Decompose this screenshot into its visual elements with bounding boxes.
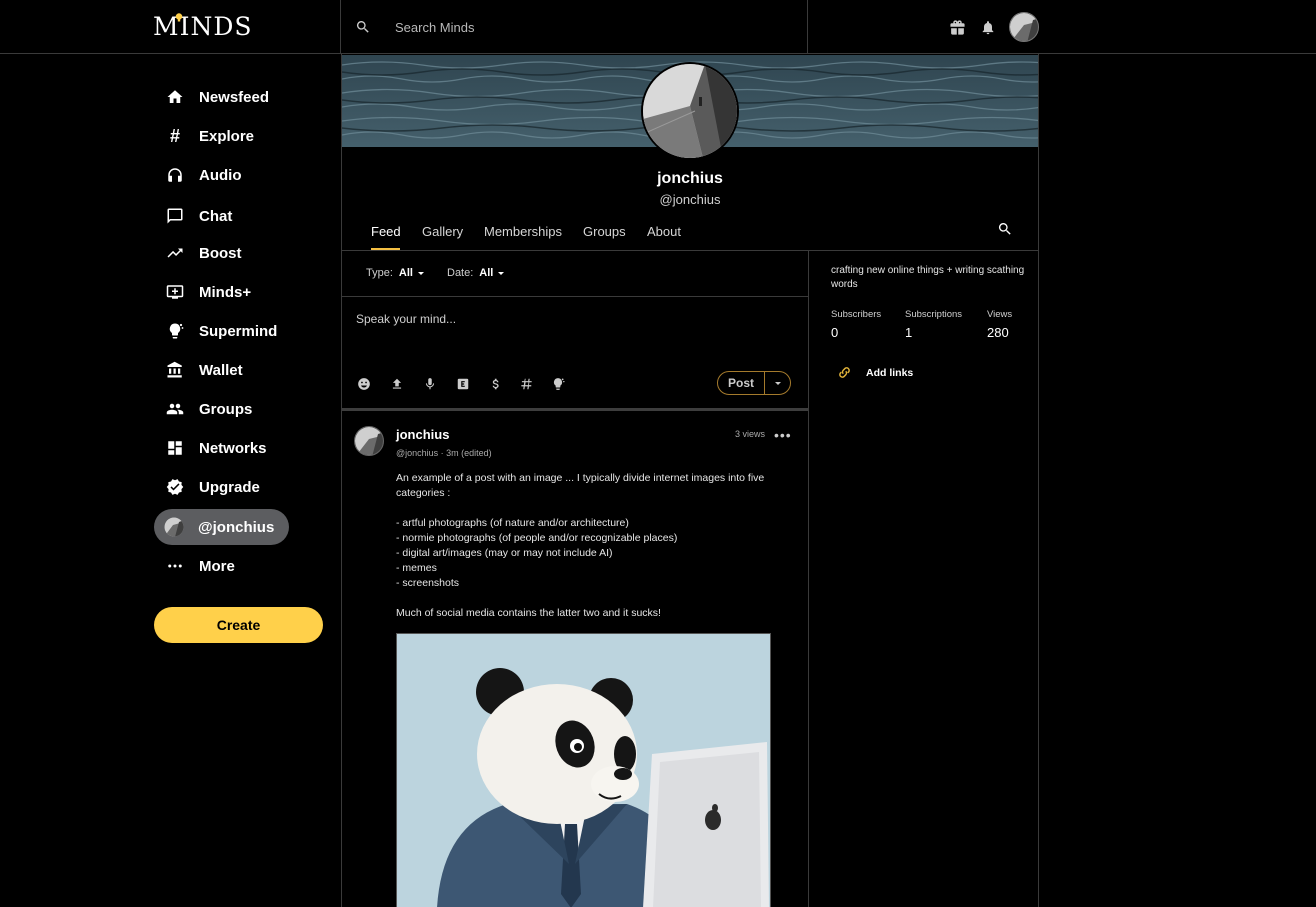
sidebar-item-minds-plus[interactable]: Minds+	[155, 274, 251, 310]
gift-icon[interactable]	[949, 19, 966, 36]
tab-groups[interactable]: Groups	[583, 224, 626, 239]
headphones-icon	[168, 168, 182, 182]
sidebar-item-label: Chat	[199, 207, 233, 225]
date-filter[interactable]: Date: All	[447, 267, 506, 279]
type-filter-label: Type:	[366, 267, 393, 279]
tab-feed[interactable]: Feed	[371, 224, 401, 239]
stat-value-subscriptions[interactable]: 1	[905, 325, 912, 340]
trending-icon	[167, 248, 183, 258]
type-filter-value: All	[398, 267, 413, 279]
sidebar-item-label: Minds+	[199, 283, 252, 301]
sidebar-item-wallet[interactable]: Wallet	[155, 352, 243, 388]
microphone-icon[interactable]	[423, 377, 437, 391]
supermind-icon[interactable]	[551, 377, 565, 391]
tab-about[interactable]: About	[647, 224, 681, 239]
sidebar-item-label: Audio	[199, 166, 242, 184]
post-menu-icon[interactable]: •••	[774, 427, 792, 443]
sidebar-item-profile[interactable]: @jonchius	[154, 509, 289, 545]
composer-input[interactable]: Speak your mind...	[356, 312, 456, 326]
sidebar-item-more[interactable]: More	[155, 548, 235, 584]
post-button-group: Post	[717, 371, 791, 395]
stat-value-subscribers[interactable]: 0	[831, 325, 838, 340]
type-filter[interactable]: Type: All	[366, 267, 426, 279]
monetize-icon[interactable]	[489, 377, 503, 391]
date-filter-label: Date:	[447, 267, 474, 279]
sidebar-item-newsfeed[interactable]: Newsfeed	[155, 79, 269, 115]
verified-icon	[166, 479, 184, 495]
home-icon	[167, 90, 183, 103]
user-avatar[interactable]	[1009, 12, 1039, 42]
sidebar-item-label: Newsfeed	[199, 88, 270, 106]
add-links-label: Add links	[866, 366, 914, 379]
add-to-queue-icon	[166, 285, 184, 299]
chevron-down-icon	[774, 382, 781, 385]
sidebar-item-label: More	[199, 557, 235, 575]
stat-value-views: 280	[987, 325, 1009, 340]
sidebar-item-boost[interactable]: Boost	[155, 235, 242, 271]
link-icon	[839, 367, 850, 378]
panda-illustration	[397, 634, 770, 907]
dashboard-icon	[168, 441, 182, 455]
hashtag-icon[interactable]	[519, 377, 533, 391]
create-button[interactable]: Create	[154, 607, 323, 643]
chat-icon	[167, 208, 183, 224]
sidebar-item-audio[interactable]: Audio	[155, 157, 242, 193]
post-text: An example of a post with an image ... I…	[396, 472, 765, 619]
post-author-name[interactable]: jonchius	[396, 427, 449, 442]
sidebar-item-label: Networks	[199, 439, 267, 457]
sidebar-item-groups[interactable]: Groups	[155, 391, 252, 427]
stat-label-subscribers[interactable]: Subscribers	[831, 309, 881, 320]
sidebar-item-explore[interactable]: # Explore	[155, 118, 254, 154]
sidebar-item-label: Explore	[199, 127, 255, 145]
minds-logo-mark	[175, 13, 183, 22]
stat-label-subscriptions[interactable]: Subscriptions	[905, 309, 962, 320]
hash-icon: #	[169, 125, 180, 146]
tab-memberships[interactable]: Memberships	[484, 224, 562, 239]
post-button[interactable]: Post	[718, 372, 765, 394]
blog-icon[interactable]	[456, 377, 470, 391]
more-horizontal-icon	[168, 564, 182, 568]
profile-search-icon[interactable]	[997, 221, 1013, 237]
sidebar-item-label: Groups	[199, 400, 253, 418]
active-tab-indicator	[371, 248, 400, 250]
bank-icon	[167, 361, 182, 378]
bell-icon[interactable]	[980, 19, 996, 36]
emoji-icon[interactable]	[357, 377, 371, 391]
search-input[interactable]	[387, 14, 803, 40]
add-links-button[interactable]: Add links	[837, 365, 913, 380]
people-icon	[166, 403, 184, 415]
chevron-down-icon	[417, 272, 424, 275]
post-image[interactable]	[396, 633, 771, 907]
profile-username: jonchius	[657, 170, 723, 187]
upload-icon[interactable]	[390, 377, 404, 391]
post-meta: @jonchius · 3m (edited)	[396, 448, 492, 458]
profile-sidebar	[808, 251, 1038, 907]
sidebar-item-label: Supermind	[199, 322, 278, 340]
profile-avatar[interactable]	[641, 62, 739, 160]
profile-handle: @jonchius	[659, 192, 721, 207]
sidebar-item-label: Upgrade	[199, 478, 260, 496]
post-options-button[interactable]	[765, 372, 790, 394]
minds-logo[interactable]: MINDS	[153, 12, 253, 42]
post-views: 3 views	[735, 429, 766, 439]
sidebar-item-label: @jonchius	[198, 518, 275, 536]
stat-label-views: Views	[987, 309, 1013, 320]
sidebar-item-supermind[interactable]: Supermind	[155, 313, 277, 349]
sidebar-item-chat[interactable]: Chat	[155, 198, 232, 234]
profile-bio: crafting new online things + writing sca…	[831, 265, 1025, 290]
sidebar-item-label: Wallet	[199, 361, 243, 379]
tab-gallery[interactable]: Gallery	[422, 224, 463, 239]
profile-avatar-image	[643, 64, 737, 158]
sidebar-item-networks[interactable]: Networks	[155, 430, 267, 466]
avatar-icon	[164, 517, 184, 537]
date-filter-value: All	[479, 267, 494, 279]
post-author-avatar[interactable]	[354, 426, 384, 456]
lightbulb-icon	[169, 323, 184, 339]
search-icon[interactable]	[355, 19, 371, 35]
chevron-down-icon	[498, 272, 505, 275]
sidebar-item-label: Boost	[199, 244, 242, 262]
sidebar-item-upgrade[interactable]: Upgrade	[155, 469, 260, 505]
